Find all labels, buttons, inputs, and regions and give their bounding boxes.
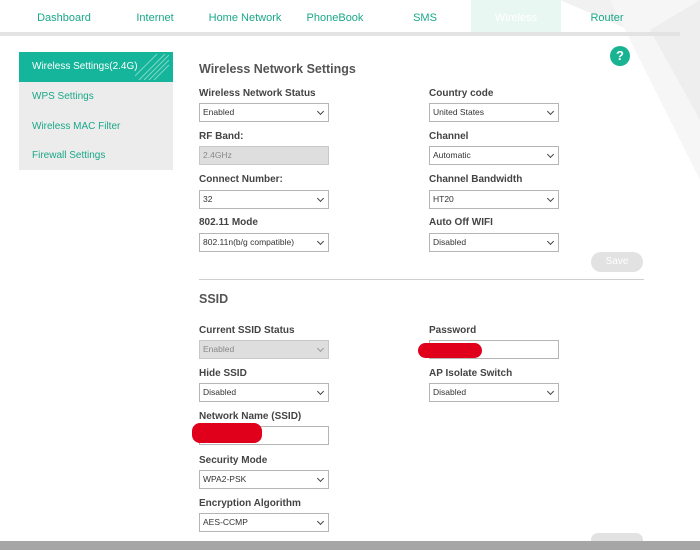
label-security-mode: Security Mode [199,455,268,466]
channel-bandwidth-select[interactable]: HT20 [429,190,559,209]
country-code-select[interactable]: United States [429,103,559,122]
label-wireless-network-status: Wireless Network Status [199,88,316,99]
ap-isolate-switch-select[interactable]: Disabled [429,383,559,402]
tab-dashboard[interactable]: Dashboard [20,0,108,32]
section-title-wireless-network-settings: Wireless Network Settings [199,62,356,76]
save-button[interactable]: Save [591,252,643,272]
help-icon[interactable]: ? [610,46,630,66]
security-mode-select[interactable]: WPA2-PSK [199,470,329,489]
top-navigation: Dashboard Internet Home Network PhoneBoo… [0,0,700,180]
decorative-stripes-icon [135,54,169,80]
tab-wireless[interactable]: Wireless [471,0,561,36]
label-rf-band: RF Band: [199,131,244,142]
connect-number-select[interactable]: 32 [199,190,329,209]
tab-router[interactable]: Router [562,0,652,32]
section-title-ssid: SSID [199,292,229,306]
label-80211-mode: 802.11 Mode [199,217,258,228]
sidebar: Wireless Settings(2.4G) WPS Settings Wir… [19,52,173,170]
sidebar-item-wps-settings[interactable]: WPS Settings [19,82,173,112]
label-channel-bandwidth: Channel Bandwidth [429,174,523,185]
label-channel: Channel [429,131,469,142]
80211-mode-select[interactable]: 802.11n(b/g compatible) [199,233,329,252]
redaction-mark [192,423,262,443]
redaction-mark [418,343,482,358]
sidebar-item-wireless-mac-filter[interactable]: Wireless MAC Filter [19,112,173,142]
encryption-algorithm-select[interactable]: AES-CCMP [199,513,329,532]
auto-off-wifi-select[interactable]: Disabled [429,233,559,252]
rf-band-field: 2.4GHz [199,146,329,165]
label-current-ssid-status: Current SSID Status [199,325,295,336]
wireless-network-status-select[interactable]: Enabled [199,103,329,122]
label-auto-off-wifi: Auto Off WIFI [429,217,493,228]
label-encryption-algorithm: Encryption Algorithm [199,498,301,509]
window-bottom-bar [0,541,700,550]
hide-ssid-select[interactable]: Disabled [199,383,329,402]
tab-sms[interactable]: SMS [380,0,470,32]
label-ap-isolate-switch: AP Isolate Switch [429,368,513,379]
tab-internet[interactable]: Internet [110,0,200,32]
label-country-code: Country code [429,88,494,99]
sidebar-item-firewall-settings[interactable]: Firewall Settings [19,141,173,171]
nav-underline [0,32,680,36]
label-hide-ssid: Hide SSID [199,368,247,379]
tab-phonebook[interactable]: PhoneBook [290,0,380,32]
current-ssid-status-select: Enabled [199,340,329,359]
label-network-name-ssid: Network Name (SSID) [199,411,302,422]
label-password: Password [429,325,477,336]
channel-select[interactable]: Automatic [429,146,559,165]
sidebar-item-label: Wireless Settings(2.4G) [32,61,138,72]
section-divider [199,279,644,280]
tab-home-network[interactable]: Home Network [200,0,290,32]
label-connect-number: Connect Number: [199,174,283,185]
sidebar-item-wireless-settings[interactable]: Wireless Settings(2.4G) [19,52,173,82]
